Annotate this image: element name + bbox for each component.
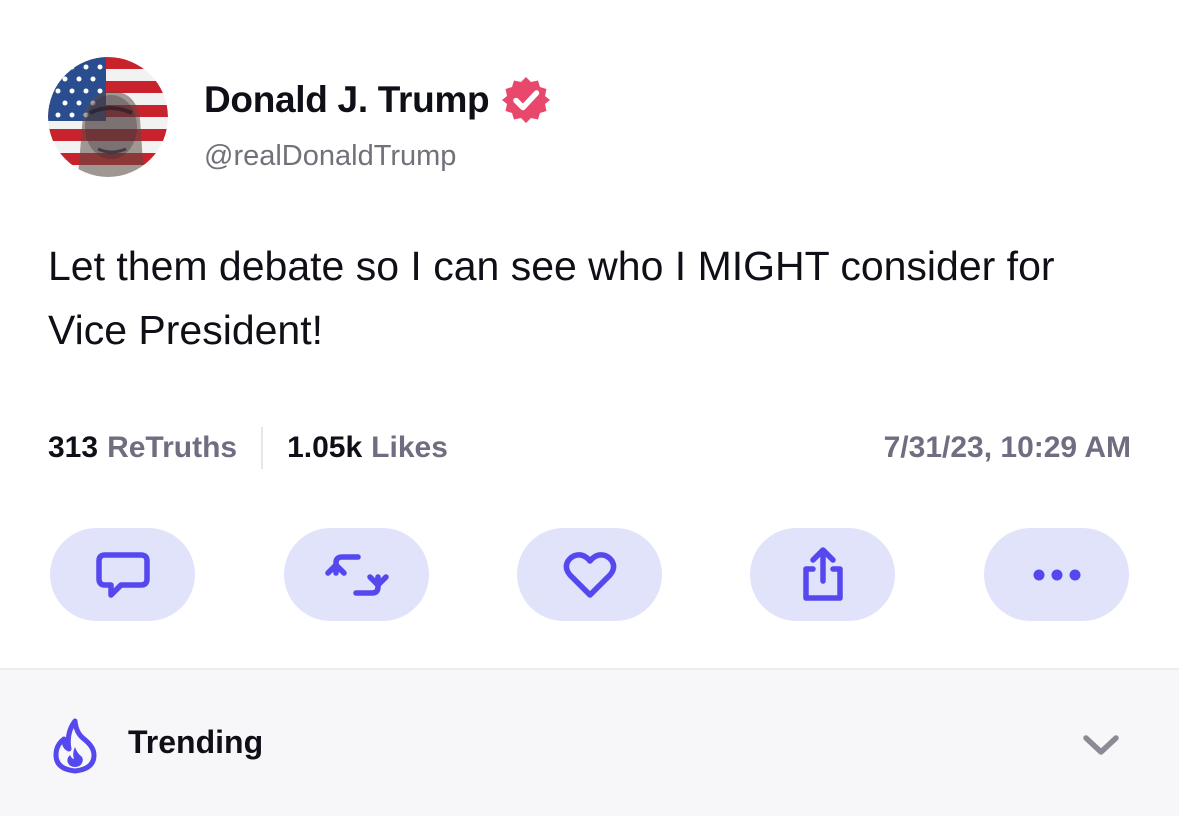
trending-label: Trending bbox=[128, 724, 264, 760]
avatar-image bbox=[48, 57, 168, 177]
author-row: Donald J. Trump bbox=[204, 74, 551, 126]
comment-icon bbox=[95, 551, 150, 598]
retruth-button[interactable] bbox=[284, 528, 429, 621]
retruths-stat[interactable]: 313 ReTruths bbox=[48, 431, 237, 465]
chevron-down-icon[interactable] bbox=[1080, 730, 1122, 762]
author-display-name[interactable]: Donald J. Trump bbox=[204, 79, 490, 121]
author-handle[interactable]: @realDonaldTrump bbox=[204, 140, 456, 173]
retruths-label: ReTruths bbox=[107, 431, 238, 464]
more-button[interactable] bbox=[984, 528, 1129, 621]
share-button[interactable] bbox=[750, 528, 895, 621]
likes-label: Likes bbox=[371, 431, 448, 464]
post-text: Let them debate so I can see who I MIGHT… bbox=[48, 243, 1055, 353]
post-stats: 313 ReTruths 1.05k Likes 7/31/23, 10:29 … bbox=[48, 425, 1131, 471]
likes-count: 1.05k bbox=[287, 431, 363, 464]
post-timestamp: 7/31/23, 10:29 AM bbox=[883, 431, 1131, 464]
post-card: Donald J. Trump @realDonaldTrump Let the… bbox=[0, 0, 1179, 668]
retruths-count: 313 bbox=[48, 431, 99, 464]
action-bar bbox=[50, 528, 1130, 621]
repost-icon bbox=[324, 553, 389, 596]
more-icon bbox=[1033, 569, 1080, 580]
likes-stat[interactable]: 1.05k Likes bbox=[287, 431, 448, 465]
share-icon bbox=[802, 546, 843, 601]
avatar[interactable] bbox=[48, 57, 168, 177]
reply-button[interactable] bbox=[50, 528, 195, 621]
stats-divider bbox=[261, 427, 264, 469]
flame-icon bbox=[53, 718, 97, 774]
verified-badge-icon bbox=[501, 75, 551, 125]
trending-section[interactable]: Trending bbox=[0, 668, 1179, 816]
like-button[interactable] bbox=[517, 528, 662, 621]
heart-icon bbox=[563, 551, 616, 598]
